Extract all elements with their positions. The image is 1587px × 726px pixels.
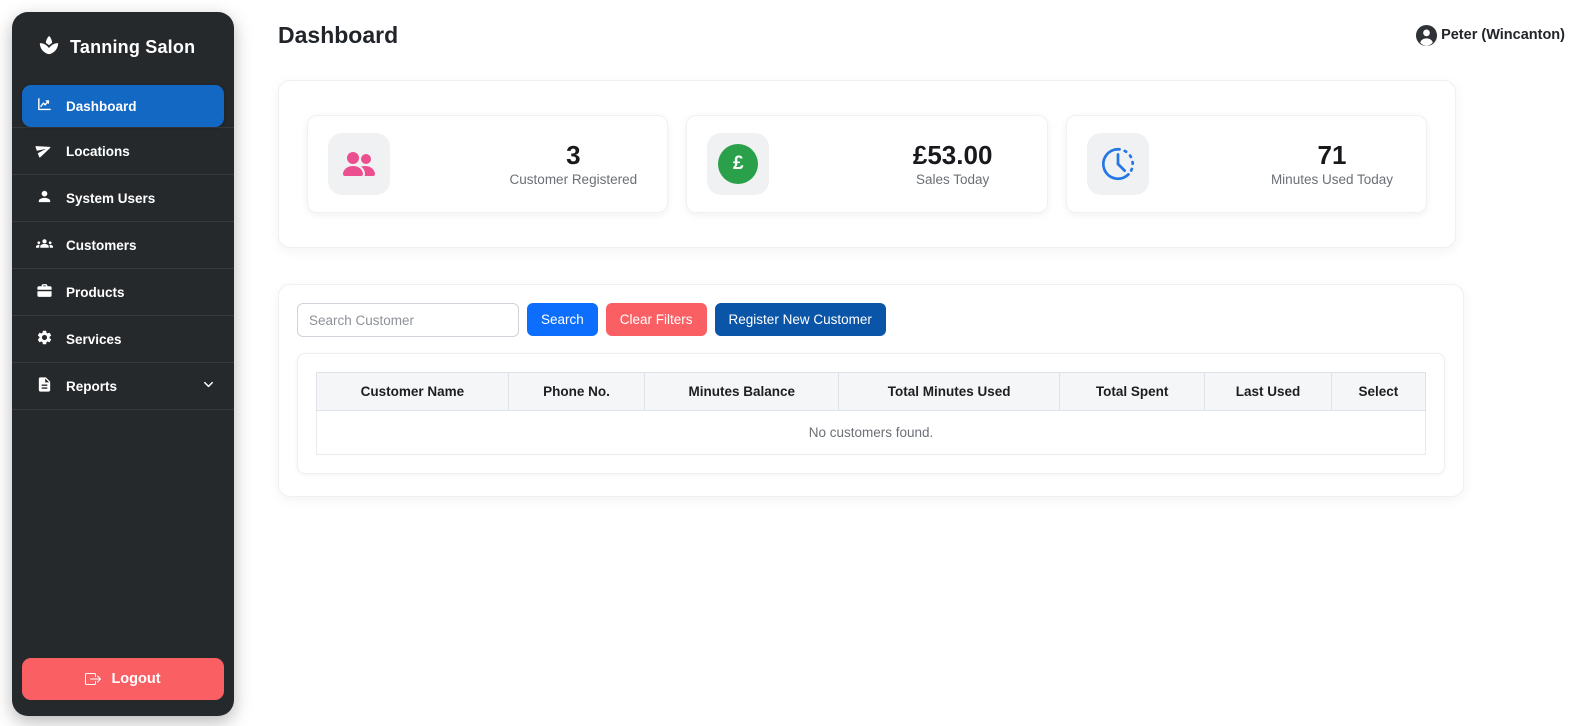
user-name: Peter (Wincanton) [1441,27,1565,43]
stat-value: £53.00 [887,141,1019,171]
customer-table-card: Customer Name Phone No. Minutes Balance … [297,353,1445,474]
col-header-total-minutes: Total Minutes Used [839,373,1060,411]
stat-value: 3 [507,141,639,171]
stat-label: Customer Registered [507,172,639,187]
pound-icon: £ [718,144,758,184]
people-icon [343,148,375,180]
col-header-total-spent: Total Spent [1060,373,1205,411]
sidebar-item-label: Customers [66,238,137,253]
chevron-down-icon [201,377,216,395]
pound-symbol: £ [733,153,744,175]
spa-icon [38,34,60,61]
stat-icon-tile [1087,133,1149,195]
stat-icon-tile: £ [707,133,769,195]
brand-name: Tanning Salon [70,37,195,58]
col-header-minutes-balance: Minutes Balance [645,373,839,411]
sidebar-item-dashboard[interactable]: Dashboard [22,85,224,127]
main-content: Dashboard Peter (Wincanton) 3 Customer R… [234,0,1587,726]
col-header-select: Select [1331,373,1425,411]
stat-card-minutes: 71 Minutes Used Today [1066,115,1427,213]
sidebar-item-label: Dashboard [66,99,137,114]
logout-button[interactable]: Logout [22,658,224,700]
empty-state-message: No customers found. [317,411,1426,455]
sidebar-item-products[interactable]: Products [12,269,234,316]
search-customer-input[interactable] [297,303,519,337]
sidebar-item-services[interactable]: Services [12,316,234,363]
sidebar-item-label: System Users [66,191,155,206]
sidebar: Tanning Salon Dashboard Locations System… [12,12,234,716]
sidebar-item-system-users[interactable]: System Users [12,175,234,222]
stats-panel: 3 Customer Registered £ £53.00 Sales Tod… [278,80,1456,248]
sidebar-item-locations[interactable]: Locations [12,127,234,175]
person-circle-icon [1415,24,1438,47]
navigation-icon [33,139,56,164]
stat-value: 71 [1266,141,1398,171]
sidebar-item-label: Services [66,332,122,347]
document-icon [36,376,53,396]
empty-state-row: No customers found. [317,411,1426,455]
sidebar-item-label: Locations [66,144,130,159]
page-title: Dashboard [278,22,398,49]
briefcase-icon [36,282,53,302]
table-header-row: Customer Name Phone No. Minutes Balance … [317,373,1426,411]
sidebar-item-customers[interactable]: Customers [12,222,234,269]
brand: Tanning Salon [12,12,234,79]
stat-card-customers: 3 Customer Registered [307,115,668,213]
user-menu[interactable]: Peter (Wincanton) [1415,24,1565,47]
people-group-icon [36,235,53,255]
customer-controls: Search Clear Filters Register New Custom… [297,303,1445,337]
sidebar-item-reports[interactable]: Reports [12,363,234,410]
stat-icon-tile [328,133,390,195]
register-new-customer-button[interactable]: Register New Customer [715,303,886,336]
logout-label: Logout [111,671,160,687]
logout-icon [85,671,101,687]
search-button[interactable]: Search [527,303,598,336]
stat-label: Minutes Used Today [1266,172,1398,187]
col-header-customer-name: Customer Name [317,373,509,411]
customer-panel: Search Clear Filters Register New Custom… [278,284,1464,497]
person-icon [36,188,53,208]
stat-card-sales: £ £53.00 Sales Today [686,115,1047,213]
gear-icon [36,329,53,349]
stat-label: Sales Today [887,172,1019,187]
topbar: Dashboard Peter (Wincanton) [278,16,1565,54]
col-header-phone: Phone No. [508,373,644,411]
sidebar-item-label: Products [66,285,125,300]
clear-filters-button[interactable]: Clear Filters [606,303,707,336]
col-header-last-used: Last Used [1205,373,1331,411]
sidebar-nav: Dashboard Locations System Users Custome… [12,85,234,410]
clock-icon [1097,143,1139,185]
sidebar-item-label: Reports [66,379,117,394]
chart-line-icon [36,96,53,116]
customer-table: Customer Name Phone No. Minutes Balance … [316,372,1426,455]
